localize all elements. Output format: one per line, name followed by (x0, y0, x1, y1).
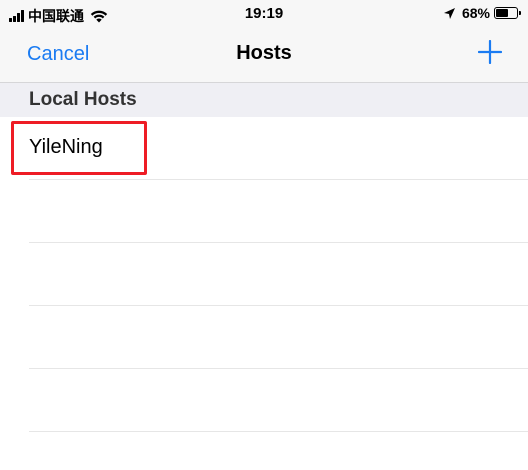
row-divider (29, 431, 528, 432)
empty-row (0, 243, 528, 306)
empty-row (0, 369, 528, 432)
empty-row (0, 306, 528, 369)
empty-row (0, 180, 528, 243)
battery-level (496, 9, 508, 17)
section-title: Local Hosts (29, 89, 137, 110)
highlight-box (11, 121, 147, 175)
status-bar: 中国联通 19:19 68% (0, 0, 528, 30)
section-header: Local Hosts (0, 83, 528, 117)
status-right: 68% (443, 5, 521, 21)
battery-percent: 68% (461, 5, 490, 21)
location-icon (443, 7, 455, 19)
plus-icon[interactable] (478, 40, 502, 64)
navigation-bar: Cancel Hosts (0, 30, 528, 83)
battery-icon (494, 7, 521, 19)
page-title: Hosts (236, 42, 292, 64)
